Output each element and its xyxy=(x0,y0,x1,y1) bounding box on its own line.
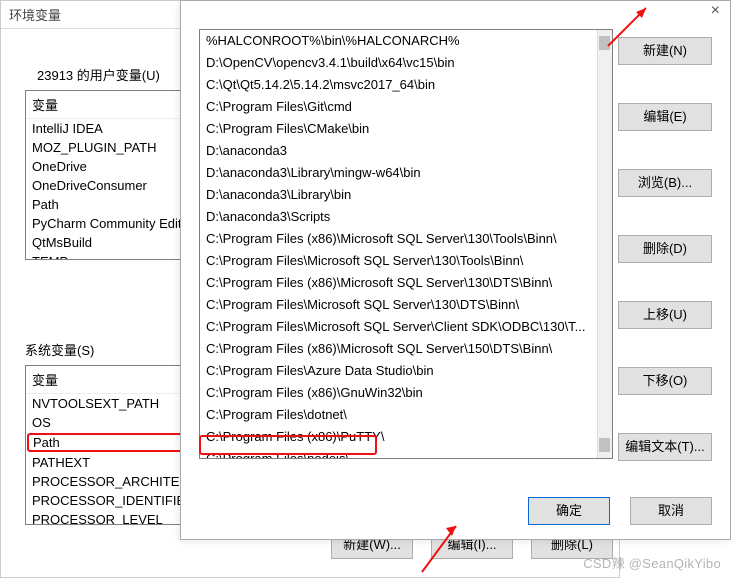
path-entry[interactable]: D:\anaconda3\Library\mingw-w64\bin xyxy=(200,162,598,184)
path-entry[interactable]: D:\anaconda3\Library\bin xyxy=(200,184,598,206)
path-entry[interactable]: C:\Program Files\CMake\bin xyxy=(200,118,598,140)
edit-path-dialog: 编辑环境变量 × %HALCONROOT%\bin\%HALCONARCH%D:… xyxy=(180,0,731,540)
edit-button[interactable]: 编辑(E) xyxy=(618,103,712,131)
path-entry[interactable]: C:\Program Files (x86)\GnuWin32\bin xyxy=(200,382,598,404)
path-entry[interactable]: D:\anaconda3\Scripts xyxy=(200,206,598,228)
browse-button[interactable]: 浏览(B)... xyxy=(618,169,712,197)
path-entry[interactable]: C:\Program Files (x86)\PuTTY\ xyxy=(200,426,598,448)
path-entry[interactable]: C:\Program Files\nodejs\ xyxy=(200,448,598,459)
move-down-button[interactable]: 下移(O) xyxy=(618,367,712,395)
path-entry[interactable]: C:\Program Files\Git\cmd xyxy=(200,96,598,118)
edit-text-button[interactable]: 编辑文本(T)... xyxy=(618,433,712,461)
path-entry[interactable]: C:\Program Files (x86)\Microsoft SQL Ser… xyxy=(200,228,598,250)
watermark: CSD辣 @SeanQikYibo xyxy=(583,553,721,572)
path-entry[interactable]: C:\Program Files\Microsoft SQL Server\13… xyxy=(200,294,598,316)
cancel-button[interactable]: 取消 xyxy=(630,497,712,525)
path-entry[interactable]: C:\Program Files (x86)\Microsoft SQL Ser… xyxy=(200,338,598,360)
path-entry[interactable]: C:\Program Files\Microsoft SQL Server\13… xyxy=(200,250,598,272)
path-entry[interactable]: C:\Qt\Qt5.14.2\5.14.2\msvc2017_64\bin xyxy=(200,74,598,96)
path-entry[interactable]: %HALCONROOT%\bin\%HALCONARCH% xyxy=(200,30,598,52)
path-entry[interactable]: D:\OpenCV\opencv3.4.1\build\x64\vc15\bin xyxy=(200,52,598,74)
path-entry[interactable]: C:\Program Files\Azure Data Studio\bin xyxy=(200,360,598,382)
path-entries-list[interactable]: %HALCONROOT%\bin\%HALCONARCH%D:\OpenCV\o… xyxy=(199,29,613,459)
path-entry[interactable]: C:\Program Files\Microsoft SQL Server\Cl… xyxy=(200,316,598,338)
delete-button[interactable]: 删除(D) xyxy=(618,235,712,263)
move-up-button[interactable]: 上移(U) xyxy=(618,301,712,329)
ok-button[interactable]: 确定 xyxy=(528,497,610,525)
path-entry[interactable]: C:\Program Files\dotnet\ xyxy=(200,404,598,426)
path-entry[interactable]: D:\anaconda3 xyxy=(200,140,598,162)
new-button[interactable]: 新建(N) xyxy=(618,37,712,65)
path-entry[interactable]: C:\Program Files (x86)\Microsoft SQL Ser… xyxy=(200,272,598,294)
scrollbar[interactable] xyxy=(597,30,612,458)
close-icon[interactable]: × xyxy=(711,2,720,20)
